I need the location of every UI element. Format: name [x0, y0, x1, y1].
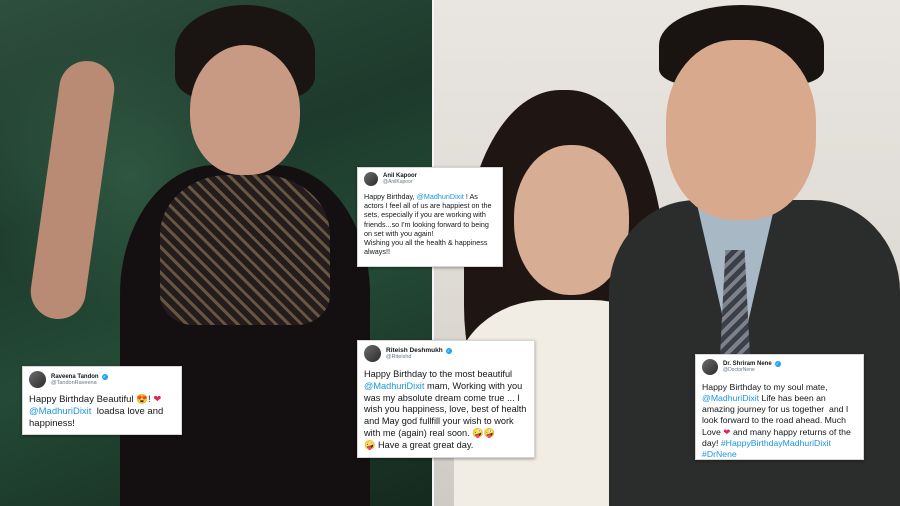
mention-link[interactable]: @MadhuriDixit: [702, 393, 759, 403]
author-name[interactable]: Riteish Deshmukh: [386, 347, 443, 354]
tweet-text: Happy Birthday, @MadhuriDixit ! As actor…: [364, 192, 492, 257]
mention-link[interactable]: @MadhuriDixit: [417, 192, 464, 201]
tweet-header: Dr. Shriram Nene ✓ @DoctorNene: [702, 359, 857, 375]
heart-emoji: ❤: [723, 426, 731, 437]
avatar[interactable]: [364, 345, 381, 362]
mention-link[interactable]: @MadhuriDixit: [364, 381, 424, 391]
hashtag-links[interactable]: #HappyBirthdayMadhuriDixit #DrNene: [702, 438, 833, 459]
tweet-card-anil-kapoor[interactable]: Anil Kapoor @AnilKapoor Happy Birthday, …: [357, 167, 503, 267]
mention-link[interactable]: @MadhuriDixit: [29, 406, 91, 417]
author-handle[interactable]: @DoctorNene: [723, 367, 781, 373]
tweet-text: Happy Birthday Beautiful 😍! ❤ @MadhuriDi…: [29, 394, 166, 430]
tweet-card-raveena-tandon[interactable]: Raveena Tandon ✓ @TandonRaveena Happy Bi…: [22, 366, 182, 435]
verified-badge-icon: ✓: [445, 347, 452, 354]
figure-head: [190, 45, 300, 175]
tweet-header: Anil Kapoor @AnilKapoor: [364, 172, 496, 186]
tweet-card-riteish-deshmukh[interactable]: Riteish Deshmukh ✓ @Riteishd Happy Birth…: [357, 340, 535, 458]
tweet-card-shriram-nene[interactable]: Dr. Shriram Nene ✓ @DoctorNene Happy Bir…: [695, 354, 864, 460]
tweet-text: Happy Birthday to the most beautiful @Ma…: [364, 369, 527, 450]
figure-embroidery: [160, 175, 330, 325]
avatar[interactable]: [702, 359, 718, 375]
man-face: [666, 40, 816, 220]
author-handle[interactable]: @AnilKapoor: [383, 179, 417, 185]
author-handle[interactable]: @Riteishd: [386, 354, 452, 360]
figure-arm: [27, 57, 118, 323]
avatar[interactable]: [29, 371, 46, 388]
tweet-text: Happy Birthday to my soul mate, @Madhuri…: [702, 382, 854, 459]
tweet-header: Raveena Tandon ✓ @TandonRaveena: [29, 371, 175, 388]
author-handle[interactable]: @TandonRaveena: [51, 380, 108, 386]
tweet-header: Riteish Deshmukh ✓ @Riteishd: [364, 345, 528, 362]
heart-emoji: ❤: [153, 394, 162, 405]
avatar[interactable]: [364, 172, 378, 186]
